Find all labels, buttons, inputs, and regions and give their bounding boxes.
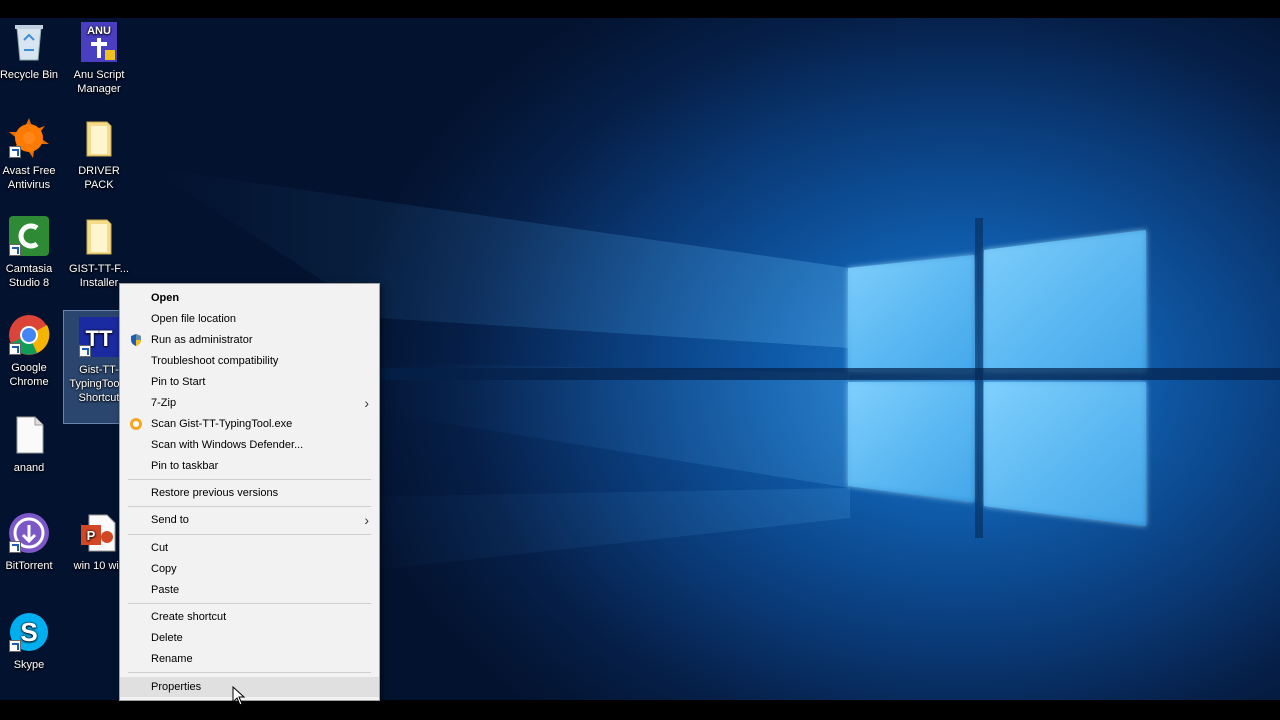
menu-item-paste[interactable]: Paste bbox=[120, 580, 379, 600]
icon-label: Avast Free Antivirus bbox=[2, 165, 56, 191]
icon-label: Skype bbox=[13, 659, 45, 671]
desktop-icon-chrome[interactable]: Google Chrome bbox=[0, 313, 64, 389]
icon-label: anand bbox=[13, 462, 45, 474]
menu-item-label: Copy bbox=[151, 563, 177, 575]
menu-item-create-shortcut[interactable]: Create shortcut bbox=[120, 607, 379, 627]
menu-item-scan-windows-defender[interactable]: Scan with Windows Defender... bbox=[120, 435, 379, 455]
menu-item-delete[interactable]: Delete bbox=[120, 628, 379, 648]
menu-item-open[interactable]: Open bbox=[120, 288, 379, 308]
menu-item-cut[interactable]: Cut bbox=[120, 538, 379, 558]
menu-item-copy[interactable]: Copy bbox=[120, 559, 379, 579]
shortcut-arrow-icon bbox=[9, 146, 21, 158]
svg-text:P: P bbox=[87, 528, 96, 543]
menu-separator bbox=[128, 479, 371, 480]
shield-icon bbox=[131, 334, 141, 346]
menu-item-open-file-location[interactable]: Open file location bbox=[120, 309, 379, 329]
menu-item-label: Rename bbox=[151, 653, 193, 665]
desktop-icon-recycle-bin[interactable]: Recycle Bin bbox=[0, 20, 64, 82]
menu-item-label: Scan with Windows Defender... bbox=[151, 439, 304, 451]
desktop-icon-skype[interactable]: S Skype bbox=[0, 610, 64, 672]
menu-item-label: Pin to taskbar bbox=[151, 460, 219, 472]
powerpoint-icon: P bbox=[77, 511, 121, 555]
avast-scan-icon bbox=[130, 418, 142, 430]
menu-item-rename[interactable]: Rename bbox=[120, 649, 379, 669]
folder-icon bbox=[77, 214, 121, 258]
chevron-right-icon: › bbox=[364, 395, 369, 411]
shortcut-arrow-icon bbox=[9, 244, 21, 256]
menu-item-restore-previous-versions[interactable]: Restore previous versions bbox=[120, 483, 379, 503]
svg-text:S: S bbox=[20, 617, 37, 647]
recycle-bin-icon bbox=[7, 20, 51, 64]
shortcut-arrow-icon bbox=[9, 541, 21, 553]
menu-item-label: Scan Gist-TT-TypingTool.exe bbox=[151, 418, 293, 430]
icon-label: DRIVER PACK bbox=[78, 165, 120, 191]
bittorrent-icon bbox=[7, 511, 51, 555]
desktop-icon-bittorrent[interactable]: BitTorrent bbox=[0, 511, 64, 573]
desktop-icon-driver-pack[interactable]: DRIVER PACK bbox=[64, 116, 134, 192]
menu-item-label: Cut bbox=[151, 542, 169, 554]
menu-item-label: Troubleshoot compatibility bbox=[151, 355, 279, 367]
avast-icon bbox=[7, 116, 51, 160]
shortcut-arrow-icon bbox=[9, 343, 21, 355]
desktop-icon-anu-script-manager[interactable]: ANU Anu Script Manager bbox=[64, 20, 134, 96]
chrome-icon bbox=[7, 313, 51, 357]
menu-item-label: Send to bbox=[151, 514, 189, 526]
desktop-icon-gist-installer[interactable]: GIST-TT-F... Installer bbox=[64, 214, 134, 290]
menu-separator bbox=[128, 534, 371, 535]
gist-typing-tool-icon: TT bbox=[77, 315, 121, 359]
anu-script-manager-icon: ANU bbox=[77, 20, 121, 64]
menu-item-send-to[interactable]: Send to › bbox=[120, 510, 379, 530]
menu-item-label: Restore previous versions bbox=[151, 487, 279, 499]
menu-separator bbox=[128, 603, 371, 604]
menu-item-label: Create shortcut bbox=[151, 611, 227, 623]
desktop-icon-anand[interactable]: anand bbox=[0, 413, 64, 475]
menu-item-pin-to-taskbar[interactable]: Pin to taskbar bbox=[120, 456, 379, 476]
folder-icon bbox=[77, 116, 121, 160]
menu-item-properties[interactable]: Properties bbox=[120, 677, 379, 697]
menu-item-label: Run as administrator bbox=[151, 334, 253, 346]
menu-item-label: Properties bbox=[151, 681, 202, 693]
menu-item-label: Pin to Start bbox=[151, 376, 206, 388]
menu-item-scan-avast[interactable]: Scan Gist-TT-TypingTool.exe bbox=[120, 414, 379, 434]
icon-label: Camtasia Studio 8 bbox=[5, 263, 53, 289]
anu-badge-text: ANU bbox=[87, 25, 111, 37]
mouse-cursor-icon bbox=[232, 686, 246, 706]
chevron-right-icon: › bbox=[364, 512, 369, 528]
menu-item-label: Open file location bbox=[151, 313, 236, 325]
icon-label: Anu Script Manager bbox=[73, 69, 125, 95]
menu-item-troubleshoot-compatibility[interactable]: Troubleshoot compatibility bbox=[120, 351, 379, 371]
desktop-icon-avast[interactable]: Avast Free Antivirus bbox=[0, 116, 64, 192]
context-menu: Open Open file location Run as administr… bbox=[119, 283, 380, 701]
menu-item-pin-to-start[interactable]: Pin to Start bbox=[120, 372, 379, 392]
menu-item-label: Delete bbox=[151, 632, 183, 644]
icon-label: Recycle Bin bbox=[0, 69, 59, 81]
menu-item-7zip[interactable]: 7-Zip › bbox=[120, 393, 379, 413]
document-icon bbox=[7, 413, 51, 457]
shortcut-arrow-icon bbox=[79, 345, 91, 357]
desktop-icon-camtasia[interactable]: Camtasia Studio 8 bbox=[0, 214, 64, 290]
icon-label: Google Chrome bbox=[9, 362, 49, 388]
camtasia-icon bbox=[7, 214, 51, 258]
shortcut-arrow-icon bbox=[9, 640, 21, 652]
menu-item-label: 7-Zip bbox=[151, 397, 177, 409]
menu-separator bbox=[128, 672, 371, 673]
menu-separator bbox=[128, 506, 371, 507]
menu-item-label: Open bbox=[151, 292, 180, 304]
skype-icon: S bbox=[7, 610, 51, 654]
icon-label: BitTorrent bbox=[5, 560, 53, 572]
menu-item-label: Paste bbox=[151, 584, 180, 596]
menu-item-run-as-administrator[interactable]: Run as administrator bbox=[120, 330, 379, 350]
